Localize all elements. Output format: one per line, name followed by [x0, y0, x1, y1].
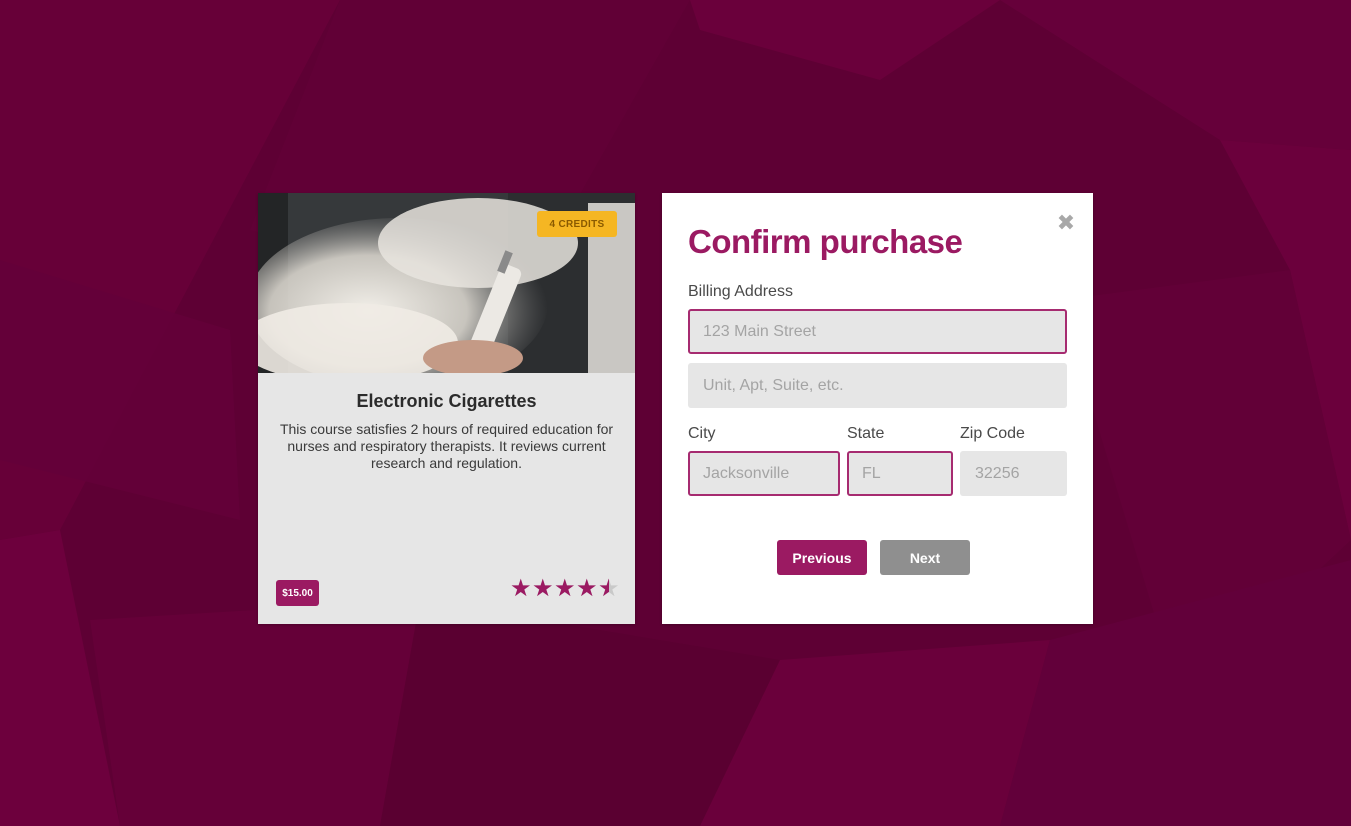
address-line1-input[interactable] [688, 309, 1067, 354]
confirm-purchase-modal: ✖ Confirm purchase Billing Address City … [662, 193, 1093, 624]
price-badge: $15.00 [276, 580, 319, 606]
star-icon: ★ ★ [554, 575, 576, 602]
modal-title: Confirm purchase [688, 223, 963, 260]
close-icon[interactable]: ✖ [1054, 211, 1078, 235]
star-fill: ★ [554, 577, 576, 601]
city-label: City [688, 425, 716, 442]
course-title: Electronic Cigarettes [356, 391, 537, 411]
next-button[interactable]: Next [880, 540, 970, 575]
course-card[interactable]: 4 CREDITS Electronic Cigarettes This cou… [258, 193, 635, 624]
star-rating: ★ ★ ★ ★ ★ ★ ★ ★ ★ ★ [510, 577, 620, 603]
zip-label: Zip Code [960, 425, 1025, 442]
previous-button[interactable]: Previous [777, 540, 867, 575]
star-icon: ★ ★ [598, 575, 620, 602]
star-icon: ★ ★ [532, 575, 554, 602]
address-line2-input[interactable] [688, 363, 1067, 408]
star-fill: ★ [532, 577, 554, 601]
billing-address-label: Billing Address [688, 283, 793, 300]
state-label: State [847, 425, 885, 442]
course-image: 4 CREDITS [258, 193, 635, 373]
star-icon: ★ ★ [510, 575, 532, 602]
zip-input[interactable] [960, 451, 1067, 496]
star-fill: ★ [576, 577, 598, 601]
state-input[interactable] [847, 451, 953, 496]
credits-badge: 4 CREDITS [537, 211, 617, 237]
star-icon: ★ ★ [576, 575, 598, 602]
course-description: This course satisfies 2 hours of require… [279, 421, 614, 471]
city-input[interactable] [688, 451, 840, 496]
star-fill: ★ [598, 577, 609, 601]
star-fill: ★ [510, 577, 532, 601]
